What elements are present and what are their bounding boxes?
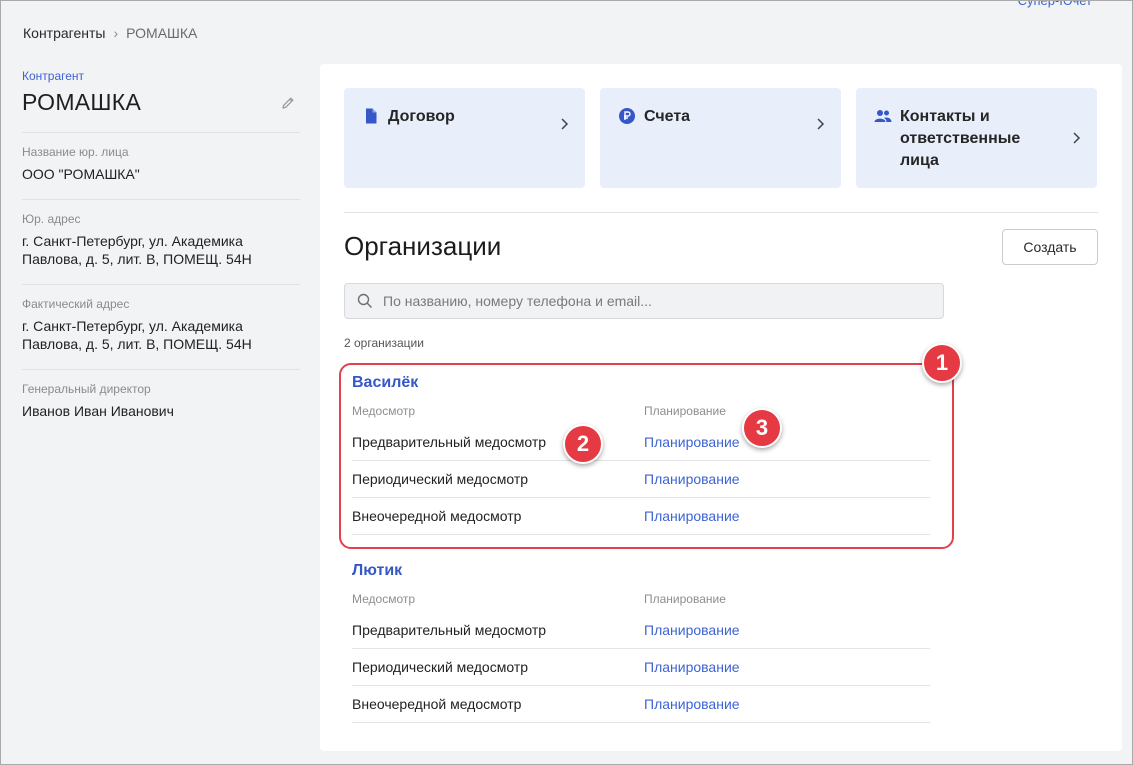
card-label: Контакты и ответственные лица — [900, 108, 1021, 169]
field-label: Юр. адрес — [22, 212, 81, 226]
annotation-marker-3: 3 — [742, 408, 782, 448]
card-label: Счета — [644, 108, 691, 125]
exam-name: Внеочередной медосмотр — [352, 508, 522, 524]
column-header-plan: Планирование — [644, 404, 726, 418]
breadcrumb-separator: › — [113, 25, 119, 41]
app-frame: Супер-Ючет Контрагенты › РОМАШКА Контраг… — [0, 0, 1133, 765]
planning-link[interactable]: Планирование — [644, 434, 740, 450]
exam-name: Предварительный медосмотр — [352, 622, 547, 638]
organization-name-link[interactable]: Василёк — [352, 374, 930, 392]
breadcrumb-current: РОМАШКА — [126, 25, 198, 41]
ruble-icon — [619, 108, 635, 124]
main-panel: Договор Счета Контакты и ответственные л… — [320, 64, 1122, 751]
annotation-marker-2: 2 — [563, 424, 603, 464]
field-label: Фактический адрес — [22, 297, 130, 311]
director-field: Генеральный директор Иванов Иван Иванови… — [22, 369, 300, 420]
search-icon — [357, 293, 372, 308]
field-label: Генеральный директор — [22, 382, 151, 396]
organization-block: Василёк Медосмотр Планирование Предварит… — [352, 374, 930, 535]
table-row: Предварительный медосмотр Планирование — [352, 424, 930, 461]
divider — [344, 212, 1098, 213]
counterparty-title-row: РОМАШКА — [22, 89, 300, 116]
planning-link[interactable]: Планирование — [644, 508, 740, 524]
column-header-exam: Медосмотр — [352, 592, 416, 606]
exam-name: Периодический медосмотр — [352, 471, 529, 487]
invoices-card[interactable]: Счета — [600, 88, 841, 188]
field-value: Иванов Иван Иванович — [22, 403, 174, 419]
pencil-icon[interactable] — [280, 95, 296, 111]
field-value: ООО "РОМАШКА" — [22, 166, 140, 182]
exam-name: Внеочередной медосмотр — [352, 696, 522, 712]
document-icon — [366, 108, 377, 124]
users-icon — [874, 110, 892, 122]
quick-cards: Договор Счета Контакты и ответственные л… — [344, 88, 1097, 188]
search-input[interactable] — [383, 293, 943, 309]
create-button[interactable]: Создать — [1002, 229, 1098, 265]
counterparty-tag: Контрагент — [22, 69, 85, 83]
table-header: Медосмотр Планирование — [352, 592, 930, 612]
field-value: г. Санкт-Петербург, ул. Академика Павлов… — [22, 318, 252, 352]
counterparty-sidebar: Контрагент РОМАШКА Название юр. лица ООО… — [22, 69, 300, 420]
breadcrumb-root-link[interactable]: Контрагенты — [23, 25, 105, 41]
counterparty-title: РОМАШКА — [22, 89, 142, 115]
contract-card[interactable]: Договор — [344, 88, 585, 188]
table-row: Периодический медосмотр Планирование — [352, 461, 930, 498]
chevron-right-icon — [561, 118, 569, 130]
contacts-card[interactable]: Контакты и ответственные лица — [856, 88, 1097, 188]
chevron-right-icon — [1073, 132, 1081, 144]
organization-name-link[interactable]: Лютик — [352, 562, 930, 580]
planning-link[interactable]: Планирование — [644, 622, 740, 638]
column-header-plan: Планирование — [644, 592, 726, 606]
top-cut-text: Супер-Ючет — [1017, 0, 1092, 8]
legal-address-field: Юр. адрес г. Санкт-Петербург, ул. Академ… — [22, 199, 300, 268]
column-header-exam: Медосмотр — [352, 404, 416, 418]
table-row: Периодический медосмотр Планирование — [352, 649, 930, 686]
search-box — [344, 283, 944, 319]
table-row: Предварительный медосмотр Планирование — [352, 612, 930, 649]
field-value: г. Санкт-Петербург, ул. Академика Павлов… — [22, 233, 252, 267]
card-label: Договор — [388, 108, 455, 125]
planning-link[interactable]: Планирование — [644, 471, 740, 487]
planning-link[interactable]: Планирование — [644, 659, 740, 675]
breadcrumb: Контрагенты › РОМАШКА — [23, 25, 197, 41]
organizations-title: Организации — [344, 231, 502, 261]
table-header: Медосмотр Планирование — [352, 404, 930, 424]
annotation-marker-1: 1 — [922, 343, 962, 383]
table-row: Внеочередной медосмотр Планирование — [352, 686, 930, 723]
field-label: Название юр. лица — [22, 145, 129, 159]
legal-name-field: Название юр. лица ООО "РОМАШКА" — [22, 132, 300, 183]
actual-address-field: Фактический адрес г. Санкт-Петербург, ул… — [22, 284, 300, 353]
organization-block: Лютик Медосмотр Планирование Предварител… — [352, 562, 930, 723]
exam-name: Периодический медосмотр — [352, 659, 529, 675]
planning-link[interactable]: Планирование — [644, 696, 740, 712]
chevron-right-icon — [817, 118, 825, 130]
table-row: Внеочередной медосмотр Планирование — [352, 498, 930, 535]
organizations-count: 2 организации — [344, 336, 424, 350]
